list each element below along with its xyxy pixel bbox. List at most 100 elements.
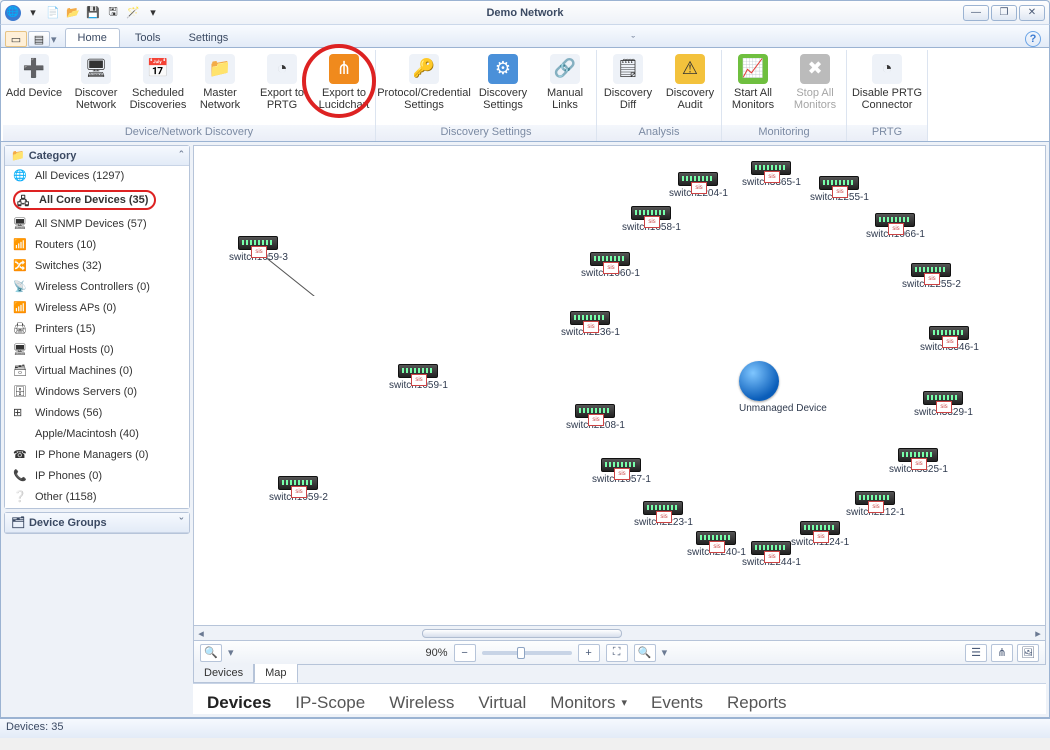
layers-button[interactable]: ☰ [965,644,987,662]
menu-tools[interactable]: Tools [122,28,174,47]
switch-node[interactable]: sisswitch2255-2 [902,263,961,290]
qat-save-icon[interactable]: 💾 [85,5,101,21]
nav-reports[interactable]: Reports [727,693,787,713]
zoom-out-button[interactable]: − [454,644,476,662]
category-label: Wireless APs (0) [35,302,116,314]
category-item[interactable]: 🗄Windows Servers (0) [5,382,189,403]
category-icon: 🌐 [13,169,29,183]
category-item[interactable]: 🖥Virtual Hosts (0) [5,340,189,361]
ribbon-discovery-audit[interactable]: ⚠DiscoveryAudit [659,50,721,125]
switch-node[interactable]: sisswitch2255-1 [810,176,869,203]
qat-dropdown-icon[interactable]: ▾ [25,5,41,21]
nav-monitors[interactable]: Monitors [550,693,615,713]
switch-node[interactable]: sisswitch1059-3 [229,236,288,263]
ribbon-discover-network[interactable]: 🖥DiscoverNetwork [65,50,127,125]
horizontal-scrollbar[interactable]: ◂ ▸ [193,626,1046,641]
switch-node[interactable]: sisswitch3329-1 [914,391,973,418]
switch-node[interactable]: sisswitch2240-1 [687,531,746,558]
zoom-fit-button[interactable]: ⛶ [606,644,628,662]
category-item[interactable]: ☎IP Phone Managers (0) [5,445,189,466]
qat-saveall-icon[interactable]: 🖫 [105,5,121,21]
hub-node[interactable]: Unmanaged Device [739,361,827,414]
find-button[interactable]: 🔍 [200,644,222,662]
ribbon-discovery-settings[interactable]: ⚙DiscoverySettings [472,50,534,125]
ribbon-disable-prtg[interactable]: ◔Disable PRTGConnector [847,50,927,125]
zoom-in-button[interactable]: + [578,644,600,662]
scroll-left-icon[interactable]: ◂ [194,627,208,640]
qat-new-icon[interactable]: 📄 [45,5,61,21]
ribbon-export-prtg[interactable]: ◔Export toPRTG [251,50,313,125]
scroll-right-icon[interactable]: ▸ [1031,627,1045,640]
ribbon-discovery-diff[interactable]: 🗒DiscoveryDiff [597,50,659,125]
category-item[interactable]: Apple/Macintosh (40) [5,424,189,445]
ribbon-scheduled-discoveries[interactable]: 📅ScheduledDiscoveries [127,50,189,125]
qat-wizard-icon[interactable]: 🪄 [125,5,141,21]
scroll-thumb[interactable] [422,629,622,638]
tab-devices[interactable]: Devices [193,664,254,683]
zoom-dropdown-icon[interactable]: ▾ [662,646,668,659]
switch-node[interactable]: sisswitch2223-1 [634,501,693,528]
export-image-button[interactable]: 🖼 [1017,644,1039,662]
share-button[interactable]: ⋔ [991,644,1013,662]
category-item[interactable]: 🔀Switches (32) [5,256,189,277]
switch-node[interactable]: sisswitch2244-1 [742,541,801,568]
ribbon-export-lucidchart[interactable]: ⋔Export toLucidchart [313,50,375,125]
find-dropdown-icon[interactable]: ▾ [228,646,234,659]
switch-node[interactable]: sisswitch1057-1 [592,458,651,485]
switch-node[interactable]: sisswitch1058-1 [622,206,681,233]
switch-node[interactable]: sisswitch1066-1 [866,213,925,240]
switch-node[interactable]: sisswitch2236-1 [561,311,620,338]
category-panel-header[interactable]: 📁 Category ˆ [5,146,189,166]
maximize-button[interactable]: ❐ [991,5,1017,21]
ribbon-start-monitors[interactable]: 📈Start AllMonitors [722,50,784,125]
switch-node[interactable]: sisswitch3365-1 [742,161,801,188]
category-item[interactable]: 🗃Virtual Machines (0) [5,361,189,382]
category-item[interactable]: 🖧All Core Devices (35) [5,187,189,214]
ribbon-master-network[interactable]: 📁MasterNetwork [189,50,251,125]
view-normal-button[interactable]: ▭ [5,31,27,47]
category-icon: ❔ [13,490,29,504]
switch-node[interactable]: sisswitch1059-2 [269,476,328,503]
switch-node[interactable]: sisswitch1059-1 [389,364,448,391]
qat-more-icon[interactable]: ▾ [145,5,161,21]
tab-map[interactable]: Map [254,664,297,683]
close-button[interactable]: ✕ [1019,5,1045,21]
network-map-canvas[interactable]: Unmanaged Device sisswitch2204-1 sisswitch… [193,145,1046,626]
category-item[interactable]: 🖨Printers (15) [5,319,189,340]
nav-devices[interactable]: Devices [207,693,271,713]
ribbon-protocol-settings[interactable]: 🔑Protocol/CredentialSettings [376,50,472,125]
category-item[interactable]: 📡Wireless Controllers (0) [5,277,189,298]
device-groups-panel[interactable]: 🗂 Device Groups ˇ [4,512,190,534]
switch-node[interactable]: sisswitch2208-1 [566,404,625,431]
category-item[interactable]: ❔Other (1158) [5,487,189,508]
switch-node[interactable]: sisswitch3346-1 [920,326,979,353]
view-dropdown-icon[interactable]: ▾ [51,33,57,46]
menu-settings[interactable]: Settings [176,28,242,47]
nav-virtual[interactable]: Virtual [478,693,526,713]
category-item[interactable]: 🌐All Devices (1297) [5,166,189,187]
ribbon-manual-links[interactable]: 🔗ManualLinks [534,50,596,125]
nav-wireless[interactable]: Wireless [389,693,454,713]
ribbon-collapse-icon[interactable]: ˇ [624,35,642,47]
zoom-slider[interactable] [482,651,572,655]
switch-node[interactable]: sisswitch2212-1 [846,491,905,518]
switch-node[interactable]: sisswitch3325-1 [889,448,948,475]
nav-ip-scope[interactable]: IP-Scope [295,693,365,713]
nav-events[interactable]: Events [651,693,703,713]
category-item[interactable]: 📶Routers (10) [5,235,189,256]
category-item[interactable]: 📶Wireless APs (0) [5,298,189,319]
switch-node[interactable]: sisswitch2204-1 [669,172,728,199]
menu-bar: ▭ ▤ ▾ Home Tools Settings ˇ ? [0,24,1050,48]
view-compact-button[interactable]: ▤ [28,31,50,47]
category-item[interactable]: 🖥All SNMP Devices (57) [5,214,189,235]
help-icon[interactable]: ? [1025,31,1041,47]
qat-open-icon[interactable]: 📂 [65,5,81,21]
menu-home[interactable]: Home [65,28,120,47]
nav-monitors-dropdown-icon[interactable]: ▾ [621,696,627,709]
category-item[interactable]: 📞IP Phones (0) [5,466,189,487]
category-item[interactable]: ⊞Windows (56) [5,403,189,424]
minimize-button[interactable]: — [963,5,989,21]
ribbon-add-device[interactable]: ➕Add Device [3,50,65,125]
switch-node[interactable]: sisswitch1060-1 [581,252,640,279]
zoom-region-button[interactable]: 🔍 [634,644,656,662]
